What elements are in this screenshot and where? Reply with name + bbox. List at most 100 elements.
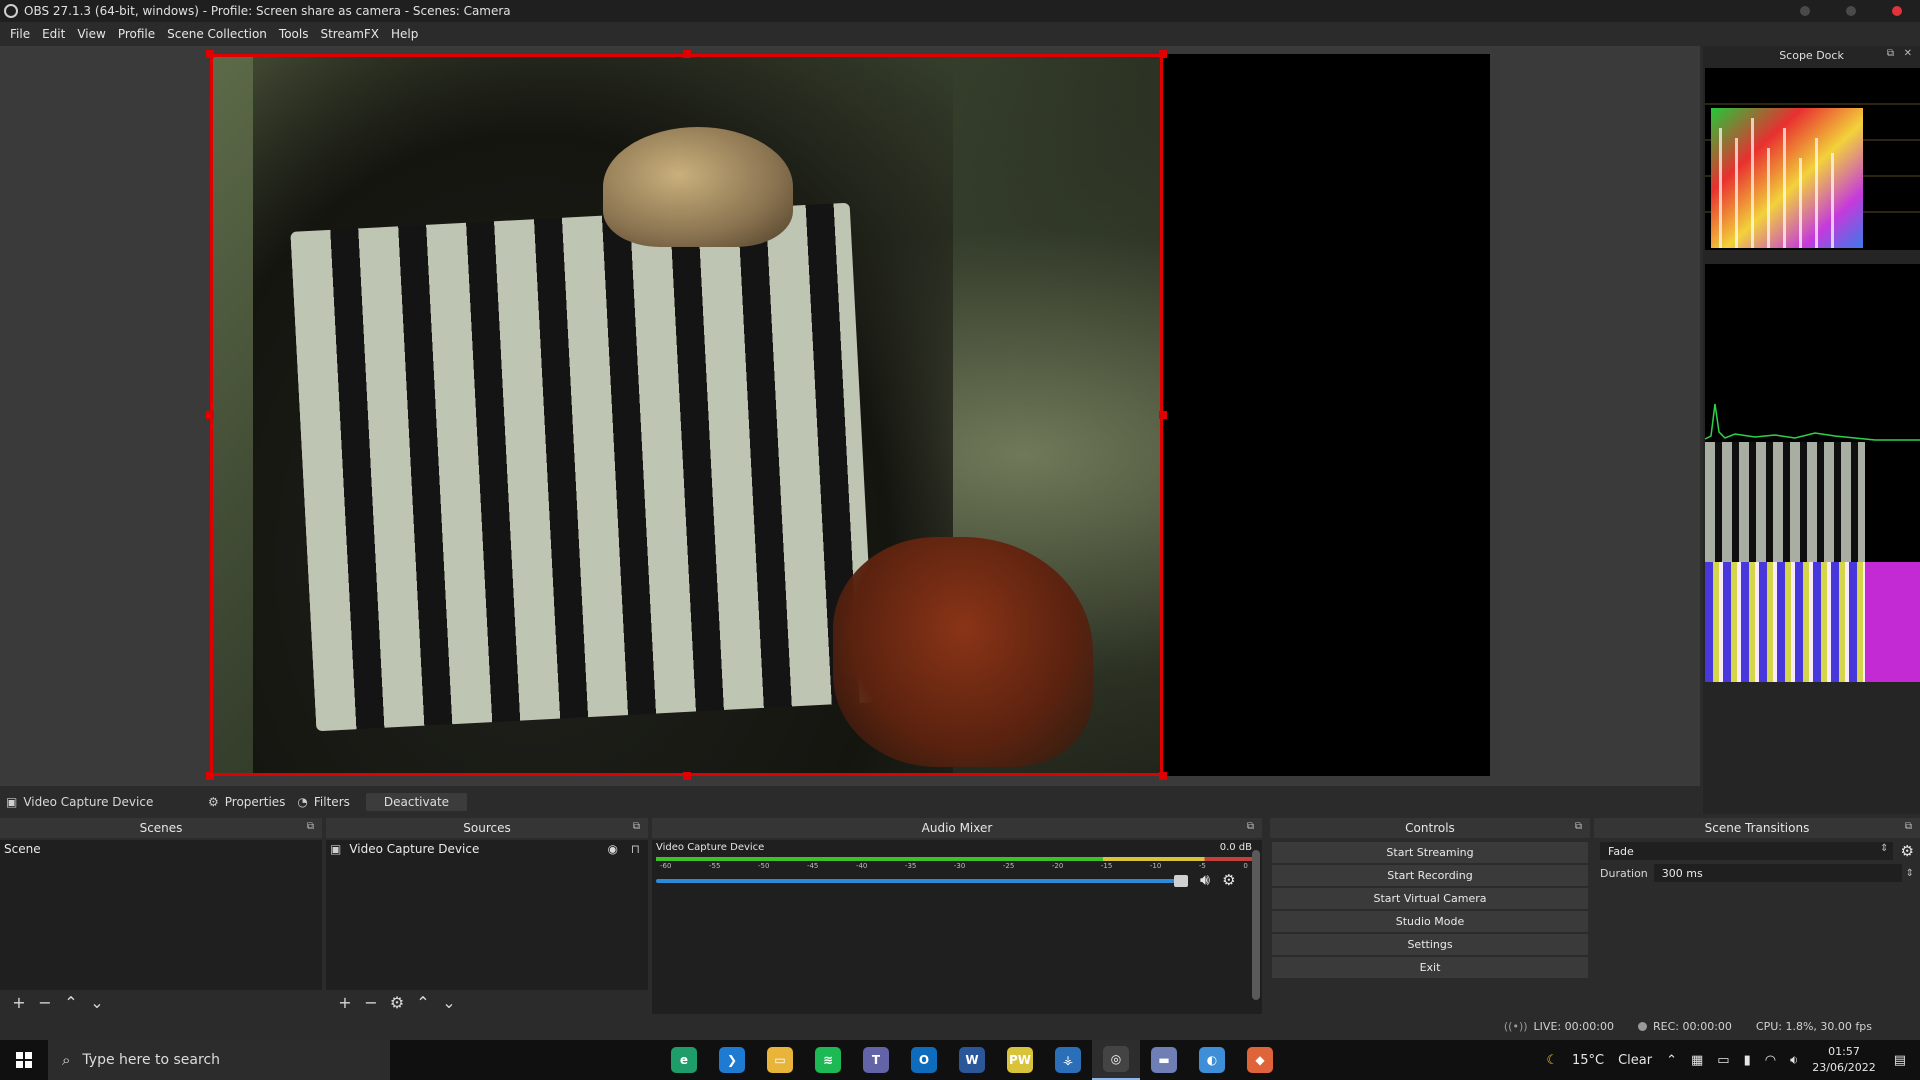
speaker-icon[interactable]: 🔊︎ bbox=[1200, 870, 1210, 890]
menu-profile[interactable]: Profile bbox=[112, 27, 161, 41]
taskbar-app[interactable]: ◆ bbox=[1236, 1040, 1284, 1080]
weather-temp[interactable]: 15°C bbox=[1572, 1053, 1604, 1068]
resize-handle-bottom-left[interactable] bbox=[206, 772, 214, 780]
taskbar-app[interactable]: W bbox=[948, 1040, 996, 1080]
menu-view[interactable]: View bbox=[71, 27, 111, 41]
add-icon[interactable]: + bbox=[6, 993, 32, 1012]
start-virtual-camera-button[interactable]: Start Virtual Camera bbox=[1272, 888, 1588, 909]
move-up-icon[interactable]: ⌃ bbox=[410, 993, 436, 1012]
settings-button[interactable]: Settings bbox=[1272, 934, 1588, 955]
menu-help[interactable]: Help bbox=[385, 27, 424, 41]
move-down-icon[interactable]: ⌄ bbox=[84, 993, 110, 1012]
volume-fader[interactable] bbox=[656, 874, 1188, 888]
lock-icon[interactable]: ⊓ bbox=[631, 842, 640, 856]
transition-select[interactable]: Fade ⇕ bbox=[1600, 842, 1893, 860]
minimize-button[interactable] bbox=[1782, 0, 1828, 22]
duration-input[interactable]: 300 ms bbox=[1653, 864, 1902, 882]
menu-edit[interactable]: Edit bbox=[36, 27, 71, 41]
taskbar-app[interactable]: PW bbox=[996, 1040, 1044, 1080]
add-icon[interactable]: + bbox=[332, 993, 358, 1012]
remove-icon[interactable]: − bbox=[32, 993, 58, 1012]
maximize-button[interactable] bbox=[1828, 0, 1874, 22]
float-icon[interactable]: ⧉ bbox=[1905, 821, 1912, 832]
mixer-scrollbar[interactable] bbox=[1252, 850, 1260, 1000]
preview-canvas-empty[interactable] bbox=[1160, 54, 1490, 776]
taskbar-search[interactable]: ⌕ Type here to search bbox=[48, 1040, 390, 1080]
tray-app-icon[interactable]: ▦ bbox=[1691, 1053, 1703, 1068]
float-icon[interactable]: ⧉ bbox=[307, 821, 314, 832]
start-recording-button[interactable]: Start Recording bbox=[1272, 865, 1588, 886]
weather-desc[interactable]: Clear bbox=[1618, 1053, 1652, 1068]
source-item[interactable]: ▣ Video Capture Device ◉ ⊓ bbox=[326, 840, 648, 858]
audio-mixer-panel: Audio Mixer ⧉ Video Capture Device 0.0 d… bbox=[652, 818, 1262, 1014]
scenes-header: Scenes ⧉ bbox=[0, 818, 322, 838]
menu-file[interactable]: File bbox=[4, 27, 36, 41]
menu-scene-collection[interactable]: Scene Collection bbox=[161, 27, 273, 41]
taskbar-app[interactable]: ⚶ bbox=[1044, 1040, 1092, 1080]
start-streaming-button[interactable]: Start Streaming bbox=[1272, 842, 1588, 863]
gear-icon[interactable]: ⚙ bbox=[1222, 871, 1235, 889]
camera-preview[interactable] bbox=[210, 54, 1163, 776]
gear-icon[interactable]: ⚙ bbox=[384, 993, 410, 1012]
float-icon[interactable]: ⧉ bbox=[1247, 821, 1254, 832]
deactivate-button[interactable]: Deactivate bbox=[365, 793, 468, 811]
scope-thumbnail bbox=[1705, 442, 1920, 562]
resize-handle-bottom-right[interactable] bbox=[1159, 772, 1167, 780]
remove-icon[interactable]: − bbox=[358, 993, 384, 1012]
windows-logo-icon bbox=[16, 1052, 32, 1068]
menu-streamfx[interactable]: StreamFX bbox=[314, 27, 385, 41]
float-icon[interactable]: ⧉ bbox=[633, 821, 640, 832]
network-app-icon: ⚶ bbox=[1055, 1047, 1081, 1073]
close-dock-icon[interactable]: ✕ bbox=[1904, 48, 1912, 59]
network-icon[interactable]: ▭ bbox=[1717, 1053, 1729, 1068]
gear-icon[interactable]: ⚙ bbox=[1901, 842, 1914, 860]
studio-mode-button[interactable]: Studio Mode bbox=[1272, 911, 1588, 932]
visibility-eye-icon[interactable]: ◉ bbox=[608, 842, 618, 856]
close-button[interactable] bbox=[1874, 0, 1920, 22]
resize-handle-top-left[interactable] bbox=[206, 50, 214, 58]
resize-handle-top-right[interactable] bbox=[1159, 50, 1167, 58]
chevron-up-icon[interactable]: ⌃ bbox=[1666, 1053, 1677, 1068]
waveform-scope bbox=[1705, 68, 1920, 250]
move-down-icon[interactable]: ⌄ bbox=[436, 993, 462, 1012]
volume-icon[interactable]: 🔉︎ bbox=[1790, 1053, 1798, 1068]
taskbar-app[interactable]: ▬ bbox=[1140, 1040, 1188, 1080]
properties-button[interactable]: ⚙ Properties bbox=[202, 795, 291, 809]
duration-label: Duration bbox=[1600, 866, 1648, 880]
taskbar-app[interactable]: ≋ bbox=[804, 1040, 852, 1080]
resize-handle-left[interactable] bbox=[206, 411, 214, 419]
record-dot-icon bbox=[1638, 1021, 1648, 1031]
notification-icon[interactable]: ▤ bbox=[1894, 1053, 1906, 1068]
taskbar-app[interactable]: O bbox=[900, 1040, 948, 1080]
battery-icon[interactable]: ▮ bbox=[1744, 1053, 1751, 1068]
gear-icon: ⚙ bbox=[208, 795, 219, 809]
exit-button[interactable]: Exit bbox=[1272, 957, 1588, 978]
taskbar-app[interactable]: ◎ bbox=[1092, 1040, 1140, 1080]
resize-handle-top[interactable] bbox=[683, 50, 691, 58]
taskbar-app[interactable]: ▭ bbox=[756, 1040, 804, 1080]
fader-handle[interactable] bbox=[1174, 875, 1188, 887]
wifi-icon[interactable]: ◠ bbox=[1765, 1053, 1776, 1068]
tick-label: -35 bbox=[904, 862, 917, 870]
move-up-icon[interactable]: ⌃ bbox=[58, 993, 84, 1012]
spinner-icon[interactable]: ⇕ bbox=[1906, 868, 1914, 879]
float-icon[interactable]: ⧉ bbox=[1575, 821, 1582, 832]
resize-handle-bottom[interactable] bbox=[683, 772, 691, 780]
start-button[interactable] bbox=[0, 1040, 48, 1080]
float-icon[interactable]: ⧉ bbox=[1887, 48, 1894, 59]
properties-label: Properties bbox=[224, 795, 286, 809]
word-icon: W bbox=[959, 1047, 985, 1073]
tick-label: -55 bbox=[708, 862, 721, 870]
taskbar-app[interactable]: T bbox=[852, 1040, 900, 1080]
tick-label: 0 bbox=[1243, 862, 1248, 870]
taskbar-clock[interactable]: 01:57 23/06/2022 bbox=[1812, 1044, 1875, 1076]
filters-button[interactable]: ◔ Filters bbox=[291, 795, 355, 809]
camera-icon: ▣ bbox=[330, 842, 342, 856]
scene-transitions-panel: Scene Transitions ⧉ Fade ⇕ ⚙ Duration 30… bbox=[1594, 818, 1920, 1014]
resize-handle-right[interactable] bbox=[1159, 411, 1167, 419]
taskbar-app[interactable]: e bbox=[660, 1040, 708, 1080]
menu-tools[interactable]: Tools bbox=[273, 27, 315, 41]
taskbar-app[interactable]: ◐ bbox=[1188, 1040, 1236, 1080]
taskbar-app[interactable]: ❯ bbox=[708, 1040, 756, 1080]
scene-item[interactable]: Scene bbox=[0, 840, 322, 858]
